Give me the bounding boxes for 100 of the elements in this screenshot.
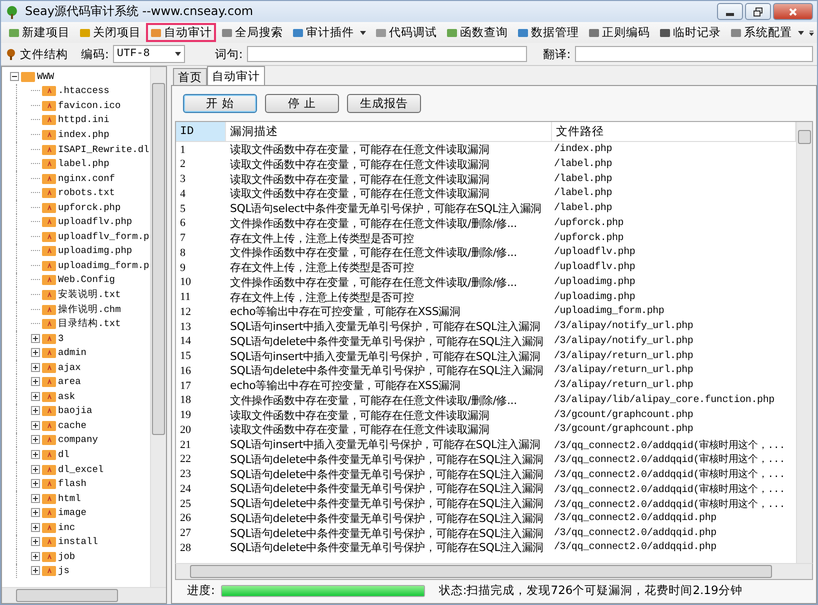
expander-icon[interactable] [10,72,19,81]
close-button[interactable] [773,3,813,20]
expander-icon[interactable] [31,464,40,474]
tree-item[interactable]: html [58,492,81,504]
expander-icon[interactable] [31,450,40,459]
table-cell-text: 17 [179,380,192,392]
tree-item[interactable]: 操作说明.chm [58,302,121,316]
tree-item[interactable]: upforck.php [58,202,121,213]
expander-icon[interactable] [31,508,40,518]
toolbar-button[interactable]: 审计插件 [288,23,370,42]
table-cell-text: SQL语句delete中条件变量无单引号保护，可能存在SQL注入漏洞 [229,526,544,540]
tree-item[interactable]: inc [58,522,76,533]
file-icon [42,288,56,300]
table-cell-text: /3/qq_connect2.0/addqqid.php [553,512,718,524]
tree-item[interactable]: label.php [58,158,110,170]
tree-item[interactable]: 目录结构.txt [58,317,121,330]
expander-icon[interactable] [31,420,40,430]
restore-icon [753,6,763,16]
expander-icon[interactable] [31,494,40,503]
encoding-dropdown[interactable]: UTF-8 [112,45,185,63]
file-icon [42,114,56,126]
table-cell-text: SQL语句insert中插入变量无单引号保护，可能存在SQL注入漏洞 [229,348,542,364]
restore-button[interactable] [745,3,771,20]
action-button[interactable]: 生成报告 [347,94,421,113]
toolbar-button[interactable]: 正则编码 [584,23,654,42]
expander-icon[interactable] [31,566,40,576]
expander-icon[interactable] [31,479,40,488]
horizontal-scrollbar[interactable] [175,563,813,580]
tree-item[interactable]: uploadimg.php [58,245,132,256]
translate-field[interactable] [574,46,813,62]
vertical-scrollbar[interactable] [150,67,166,587]
table-cell-text: /3/alipay/notify_url.php [553,321,694,332]
tree-item[interactable]: company [58,434,98,446]
minimize-button[interactable] [717,3,743,20]
vertical-scrollbar[interactable] [796,122,812,563]
tree-item[interactable]: nginx.conf [58,172,116,184]
toolbar-button[interactable]: 新建项目 [4,23,74,42]
tree-item[interactable]: dl_excel [58,464,104,475]
tree-item[interactable]: httpd.ini [58,114,110,126]
tree-item[interactable]: js [58,565,70,576]
expander-icon[interactable] [31,377,40,386]
tree-item[interactable]: ask [58,390,76,402]
tree-item[interactable]: area [58,376,81,388]
expander-icon[interactable] [31,362,40,372]
tree-item[interactable]: 安装说明.txt [58,288,121,301]
column-header[interactable]: ID [176,122,226,141]
expander-icon[interactable] [31,435,40,444]
tree-item[interactable]: favicon.ico [58,100,121,111]
table-cell-text: 文件操作函数中存在变量，可能存在任意文件读取/删除/修... [229,274,518,290]
expander-icon[interactable] [31,334,40,343]
minimize-icon [726,12,734,16]
toolbar-button[interactable]: 临时记录 [655,23,725,42]
tree-item[interactable]: ISAPI_Rewrite.dl [58,144,150,154]
tree-item[interactable]: Web.Config [58,274,116,286]
tree-item[interactable]: .htaccess [58,85,110,96]
tree-item[interactable]: flash [58,478,87,490]
expander-icon[interactable] [31,392,40,401]
table-cell-text: /3/alipay/lib/alipay_core.function.php [553,394,776,406]
tree-item[interactable]: baojia [58,405,92,416]
expander-icon[interactable] [31,522,40,532]
tree-item[interactable]: WWW [37,70,54,82]
tree-item[interactable]: dl [58,448,70,460]
tree-item[interactable]: index.php [58,128,110,140]
table-cell-text: 23 [179,468,192,480]
tab[interactable]: 首页 [173,68,207,85]
table-cell-text: SQL语句insert中插入变量无单引号保护，可能存在SQL注入漏洞 [229,319,542,334]
toolbar-button[interactable]: 数据管理 [513,23,583,42]
expander-icon[interactable] [31,348,40,358]
tree-item[interactable]: image [58,507,87,518]
expander-icon[interactable] [31,552,40,561]
table-cell-text: 文件操作函数中存在变量，可能存在任意文件读取/删除/修... [229,216,518,231]
column-header[interactable]: 漏洞描述 [226,122,552,141]
tree-icon [5,48,17,60]
word-field[interactable] [246,46,527,62]
tab[interactable]: 自动审计 [207,66,265,85]
toolbar-button[interactable]: 系统配置 [726,23,808,42]
toolbar-button[interactable]: 自动审计 [146,23,216,42]
tree-item[interactable]: ajax [58,362,81,373]
tree-item[interactable]: install [58,536,98,548]
toolbar-button[interactable]: 全局搜索 [217,23,287,42]
table-cell-text: 10 [179,276,192,288]
tree-item[interactable]: admin [58,347,87,358]
expander-icon[interactable] [31,406,40,416]
toolbar-button[interactable]: 函数查询 [442,23,512,42]
tile-icon [588,26,600,38]
action-button[interactable]: 停 止 [265,94,339,113]
tree-item[interactable]: uploadflv.php [58,216,132,228]
expander-icon[interactable] [31,537,40,546]
tree-item[interactable]: robots.txt [58,187,116,198]
tree-item[interactable]: uploadflv_form.p [58,230,150,242]
tree-item[interactable]: uploadimg_form.p [58,260,150,271]
tree-item[interactable]: cache [58,420,87,431]
toolbar-button[interactable]: 关闭项目 [75,23,145,42]
action-button[interactable]: 开 始 [183,94,257,113]
tree-item[interactable]: job [58,550,76,562]
tree-item[interactable]: 3 [58,332,64,344]
horizontal-scrollbar[interactable] [2,587,166,603]
table-cell-text: /3/qq_connect2.0/addqqid(审核时用这个，... [553,438,786,452]
progress-label: 进度: [187,583,215,598]
toolbar-button[interactable]: 代码调试 [371,23,441,42]
